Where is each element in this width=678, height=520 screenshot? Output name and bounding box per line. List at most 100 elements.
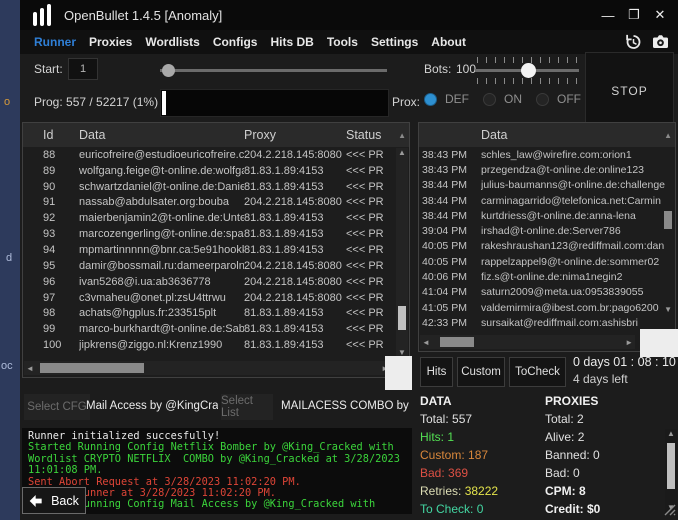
column-data[interactable]: Data — [79, 128, 244, 142]
hit-row[interactable]: 40:06 PMfiz.s@t-online.de:nima1negin2 — [419, 269, 665, 284]
start-input[interactable] — [68, 58, 98, 80]
timer: 0 days 01 : 08 : 10 4 days left — [573, 355, 676, 386]
select-config-button[interactable]: Select CFG — [24, 394, 90, 420]
hits-button[interactable]: Hits — [420, 357, 453, 387]
table-row[interactable]: 98achats@hgplus.fr:233515plt81.83.1.89:4… — [23, 305, 395, 321]
results-horizontal-scrollbar[interactable]: ◄ ► — [24, 361, 391, 375]
hit-row[interactable]: 38:44 PMcarminagarrido@telefonica.net:Ca… — [419, 193, 665, 208]
stat-row: Total: 2 — [545, 410, 600, 428]
history-icon[interactable] — [624, 33, 643, 51]
table-row[interactable]: 88euricofreire@estudioeuricofreire.com20… — [23, 147, 395, 163]
column-proxy[interactable]: Proxy — [244, 128, 346, 142]
close-button[interactable]: ✕ — [650, 5, 670, 25]
cell-id: 92 — [43, 212, 79, 224]
select-list-button[interactable]: Select List — [221, 394, 273, 420]
slider-thumb[interactable] — [162, 64, 175, 77]
hit-row[interactable]: 38:44 PMkurtdriess@t-online.de:anna-lena — [419, 208, 665, 223]
custom-button[interactable]: Custom — [457, 357, 505, 387]
scrollbar-thumb[interactable] — [667, 443, 675, 489]
cell-proxy: 81.83.1.89:4153 — [244, 181, 346, 193]
hit-row[interactable]: 40:05 PMrakeshraushan123@rediffmail.com:… — [419, 239, 665, 254]
table-row[interactable]: 91nassab@abdulsater.org:bouba204.2.218.1… — [23, 195, 395, 211]
table-row[interactable]: 99marco-burkhardt@t-online.de:Sabri81.83… — [23, 321, 395, 337]
cell-time: 39:04 PM — [422, 225, 481, 237]
sort-arrow-icon[interactable]: ▲ — [664, 131, 672, 140]
table-row[interactable]: 94mpmartinnnnn@bnr.ca:5e91hookka81.83.1.… — [23, 242, 395, 258]
scrollbar-thumb[interactable] — [40, 363, 144, 373]
cell-status: <<< PR — [346, 228, 395, 240]
cell-time: 38:44 PM — [422, 195, 481, 207]
proxy-mode-label-off: OFF — [557, 92, 581, 106]
back-button[interactable]: Back — [22, 487, 86, 514]
stat-label: Bad: — [545, 466, 573, 480]
table-row[interactable]: 97c3vmaheu@onet.pl:zsU4ttrwu204.2.218.14… — [23, 290, 395, 306]
menu-item-runner[interactable]: Runner — [34, 35, 76, 49]
stat-row: Bad: 0 — [545, 464, 600, 482]
table-row[interactable]: 93marcozengerling@t-online.de:spart81.83… — [23, 226, 395, 242]
bots-slider[interactable] — [475, 56, 579, 84]
table-row[interactable]: 95damir@bossmail.ru:dameerparolnev204.2.… — [23, 258, 395, 274]
proxy-mode-radio-on[interactable] — [483, 93, 496, 106]
sort-arrow-icon[interactable]: ▲ — [398, 131, 406, 140]
scroll-up-icon[interactable]: ▲ — [665, 429, 677, 439]
hit-row[interactable]: 42:33 PMsursaikat@rediffmail.com:ashisbr… — [419, 315, 665, 330]
tocheck-button[interactable]: ToCheck — [509, 357, 566, 387]
results-vertical-scrollbar[interactable]: ▲ ▼ — [396, 148, 408, 358]
scrollbar-thumb[interactable] — [440, 337, 474, 347]
cell-data: c3vmaheu@onet.pl:zsU4ttrwu — [79, 292, 244, 304]
cell-data: saturn2009@meta.ua:0953839055 — [481, 286, 665, 298]
scrollbar-thumb[interactable] — [398, 306, 406, 330]
scroll-down-icon[interactable]: ▼ — [664, 305, 672, 314]
table-row[interactable]: 100jipkrens@ziggo.nl:Krenz199081.83.1.89… — [23, 337, 395, 353]
table-row[interactable]: 96ivan5268@i.ua:ab3636778204.2.218.145:8… — [23, 274, 395, 290]
maximize-button[interactable]: ❐ — [624, 5, 644, 25]
stop-button[interactable]: STOP — [585, 52, 674, 129]
start-slider[interactable] — [160, 56, 387, 84]
desktop-fragment: o — [4, 96, 10, 108]
scrollbar-thumb[interactable] — [664, 211, 672, 229]
hit-row[interactable]: 41:04 PMsaturn2009@meta.ua:0953839055 — [419, 285, 665, 300]
menu-item-settings[interactable]: Settings — [371, 35, 418, 49]
stat-value: 369 — [448, 466, 468, 480]
resize-grip[interactable] — [663, 503, 676, 516]
slider-thumb[interactable] — [521, 63, 536, 78]
menu-item-hits-db[interactable]: Hits DB — [270, 35, 313, 49]
slider-track — [160, 69, 387, 72]
hit-row[interactable]: 40:05 PMrappelzappel9@t-online.de:sommer… — [419, 254, 665, 269]
hit-row[interactable]: 38:43 PMprzegendza@t-online.de:online123 — [419, 162, 665, 177]
menu-item-configs[interactable]: Configs — [213, 35, 258, 49]
menu-item-about[interactable]: About — [431, 35, 466, 49]
results-table-header[interactable]: Id Data Proxy Status ▲ — [23, 123, 409, 147]
hit-row[interactable]: 39:04 PMirshad@t-online.de:Server786 — [419, 223, 665, 238]
stat-row: Custom: 187 — [420, 446, 498, 464]
table-row[interactable]: 90schwartzdaniel@t-online.de:DanieL81.83… — [23, 179, 395, 195]
table-row[interactable]: 89wolfgang.feige@t-online.de:wolfgar81.8… — [23, 163, 395, 179]
proxy-mode-radio-def[interactable] — [424, 93, 437, 106]
hits-horizontal-scrollbar[interactable]: ◄ ► — [420, 335, 635, 349]
table-row[interactable]: 92maierbenjamin2@t-online.de:Unterl81.83… — [23, 210, 395, 226]
proxy-mode-radio-off[interactable] — [536, 93, 549, 106]
scroll-left-icon[interactable]: ◄ — [26, 364, 34, 373]
menu-item-wordlists[interactable]: Wordlists — [145, 35, 199, 49]
camera-icon[interactable] — [651, 33, 670, 51]
cell-id: 100 — [43, 339, 79, 351]
menu-item-tools[interactable]: Tools — [327, 35, 358, 49]
log-scrollbar[interactable]: ▲ ▼ — [665, 429, 677, 513]
stat-label: Bad: — [420, 466, 448, 480]
cell-proxy: 81.83.1.89:4153 — [244, 228, 346, 240]
hits-table-header[interactable]: Data ▲ — [419, 123, 675, 147]
hit-row[interactable]: 41:05 PMvaldemirmira@ibest.com.br:pago62… — [419, 300, 665, 315]
column-id[interactable]: Id — [43, 128, 79, 142]
title-bar[interactable]: OpenBullet 1.4.5 [Anomaly] — ❐ ✕ — [20, 0, 678, 30]
scroll-up-icon[interactable]: ▲ — [396, 148, 408, 158]
column-data[interactable]: Data — [481, 128, 507, 142]
hit-row[interactable]: 38:43 PMschles_law@wirefire.com:orion1 — [419, 147, 665, 162]
minimize-button[interactable]: — — [598, 5, 618, 25]
menu-item-proxies[interactable]: Proxies — [89, 35, 132, 49]
scroll-right-icon[interactable]: ► — [625, 338, 633, 347]
cell-data: marcozengerling@t-online.de:spart — [79, 228, 244, 240]
hit-row[interactable]: 38:44 PMjulius-baumanns@t-online.de:chal… — [419, 178, 665, 193]
stat-value: 2 — [577, 412, 584, 426]
scroll-left-icon[interactable]: ◄ — [422, 338, 430, 347]
cell-data: euricofreire@estudioeuricofreire.com — [79, 149, 244, 161]
